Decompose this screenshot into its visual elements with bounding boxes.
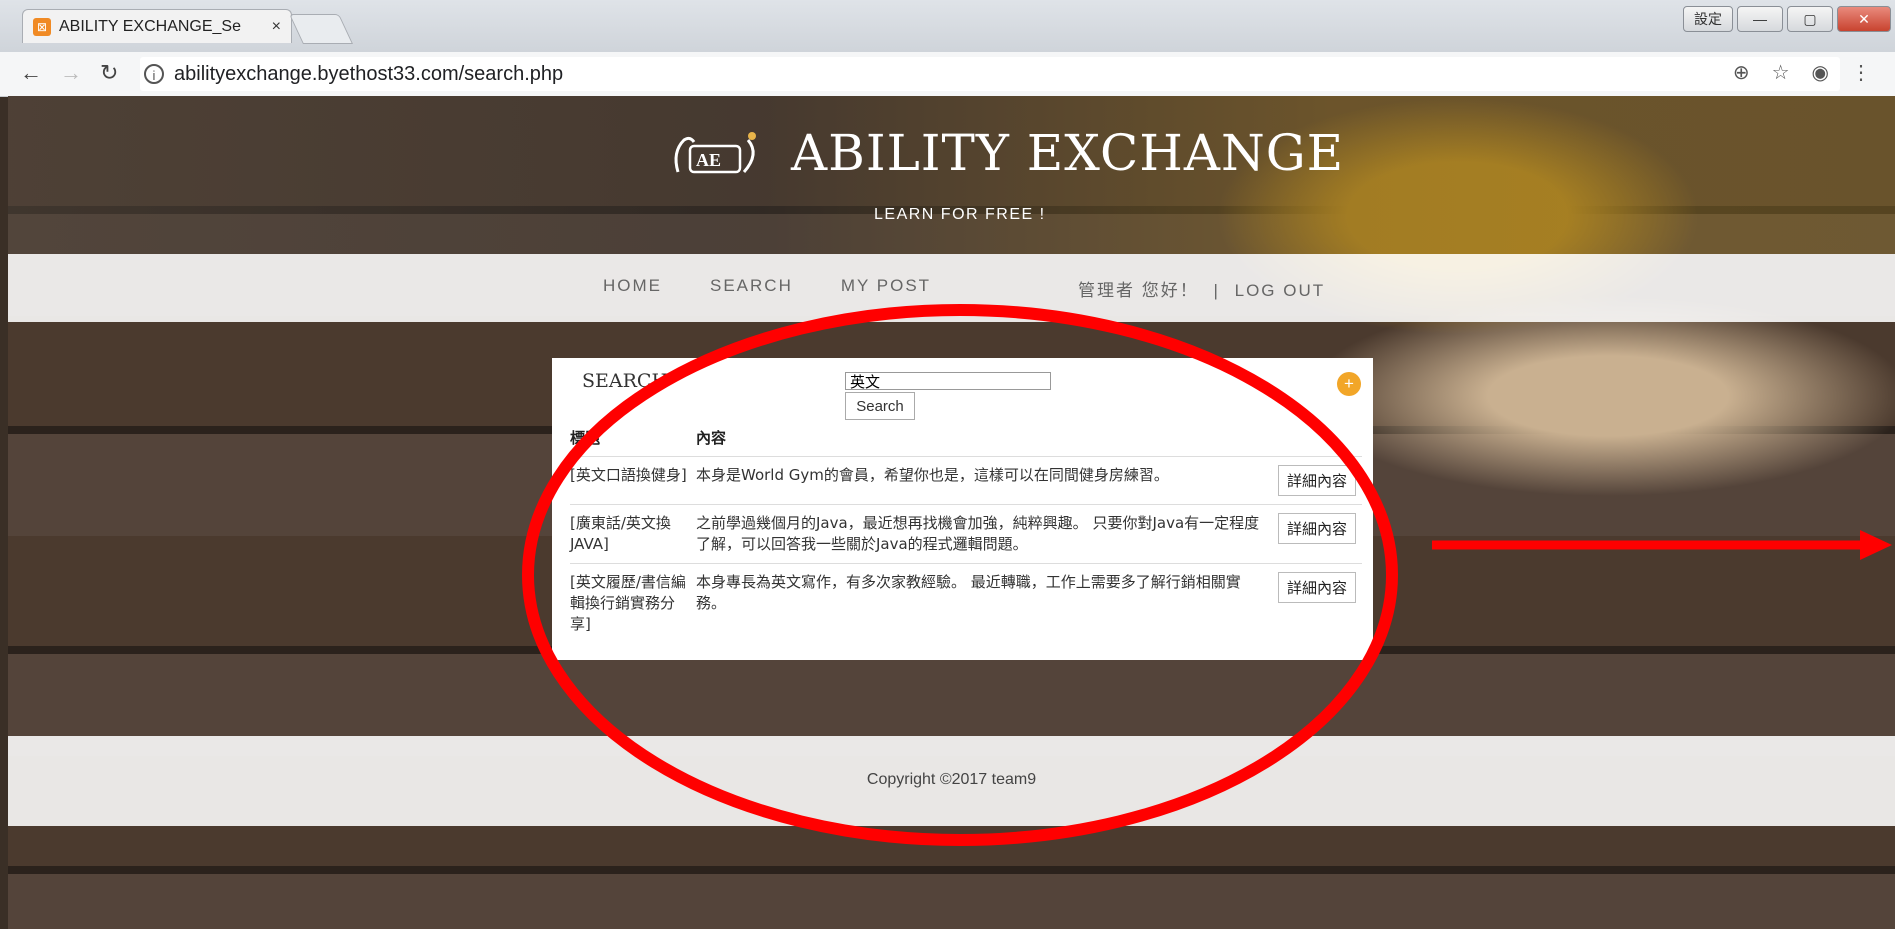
reload-icon[interactable]: ↻ [100,60,118,86]
nav-home[interactable]: HOME [603,276,662,296]
site-favicon-icon: ⊠ [33,17,51,36]
new-tab-button[interactable] [289,14,353,44]
maximize-icon[interactable]: ▢ [1787,6,1833,32]
search-button[interactable]: Search [845,392,915,420]
nav-logout[interactable]: LOG OUT [1235,281,1326,300]
forward-icon[interactable]: → [60,60,82,86]
bookmark-star-icon[interactable]: ☆ [1772,60,1790,85]
search-input[interactable] [845,372,1051,390]
window-controls: 設定 — ▢ ✕ [1683,6,1891,32]
site-brand[interactable]: ABILITY EXCHANGE [791,124,1344,182]
row-title: [廣東話/英文換JAVA] [570,504,696,564]
search-card-title: SEARCH [582,370,669,392]
row-title: [英文口語換健身] [570,456,696,505]
nav-separator: | [1213,281,1220,300]
row-content: 之前學過幾個月的Java，最近想再找機會加強，純粹興趣。 只要你對Java有一定… [696,504,1268,564]
url-bar[interactable]: i abilityexchange.byethost33.com/search.… [140,57,1840,91]
main-nav: HOME SEARCH MY POST 管理者 您好！ | LOG OUT [8,254,1895,322]
search-card: SEARCH Search + 標題 內容 [英文口語換健身] 本身是World… [552,358,1373,660]
menu-icon[interactable]: ⋮ [1851,60,1871,85]
info-icon[interactable]: i [144,64,164,84]
language-button[interactable]: 設定 [1683,6,1733,32]
browser-tab-strip: ⊠ ABILITY EXCHANGE_Se × 設定 — ▢ ✕ [0,0,1895,52]
back-icon[interactable]: ← [20,60,42,86]
url-text[interactable]: abilityexchange.byethost33.com/search.ph… [174,63,563,86]
tab-title: ABILITY EXCHANGE_Se [59,17,241,35]
close-window-icon[interactable]: ✕ [1837,6,1891,32]
page-footer: Copyright ©2017 team9 [8,736,1895,826]
page-viewport: AE ABILITY EXCHANGE LEARN FOR FREE ! HOM… [8,96,1895,929]
svg-text:AE: AE [696,150,721,170]
ability-exchange-logo-icon: AE [674,132,756,174]
nav-my-post[interactable]: MY POST [841,276,931,296]
results-table: 標題 內容 [英文口語換健身] 本身是World Gym的會員，希望你也是，這樣… [570,424,1362,643]
table-row: [英文履歷/書信編輯換行銷實務分享] 本身專長為英文寫作，有多次家教經驗。 最近… [570,564,1362,644]
detail-button[interactable]: 詳細內容 [1277,465,1356,496]
copyright-text: Copyright ©2017 team9 [866,771,1037,788]
detail-button[interactable]: 詳細內容 [1277,513,1356,544]
table-row: [廣東話/英文換JAVA] 之前學過幾個月的Java，最近想再找機會加強，純粹興… [570,504,1362,564]
nav-search[interactable]: SEARCH [710,276,793,296]
detail-button[interactable]: 詳細內容 [1277,572,1356,603]
add-post-button[interactable]: + [1337,372,1361,396]
address-bar-row: ← → ↻ i abilityexchange.byethost33.com/s… [0,52,1895,97]
minimize-icon[interactable]: — [1737,6,1783,32]
browser-tab[interactable]: ⊠ ABILITY EXCHANGE_Se × [22,9,292,43]
extension-icon[interactable]: ◉ [1812,60,1829,85]
table-row: [英文口語換健身] 本身是World Gym的會員，希望你也是，這樣可以在同間健… [570,456,1362,505]
tab-close-icon[interactable]: × [272,18,281,36]
row-content: 本身專長為英文寫作，有多次家教經驗。 最近轉職，工作上需要多了解行銷相關實務。 [696,573,1241,612]
row-title: [英文履歷/書信編輯換行銷實務分享] [570,573,686,633]
column-header-content: 內容 [696,424,1268,457]
row-content: 本身是World Gym的會員，希望你也是，這樣可以在同間健身房練習。 [696,456,1268,505]
user-greeting: 管理者 您好！ [1078,281,1199,300]
zoom-icon[interactable]: ⊕ [1733,60,1750,85]
site-tagline: LEARN FOR FREE ! [874,206,1046,223]
column-header-title: 標題 [570,424,696,457]
